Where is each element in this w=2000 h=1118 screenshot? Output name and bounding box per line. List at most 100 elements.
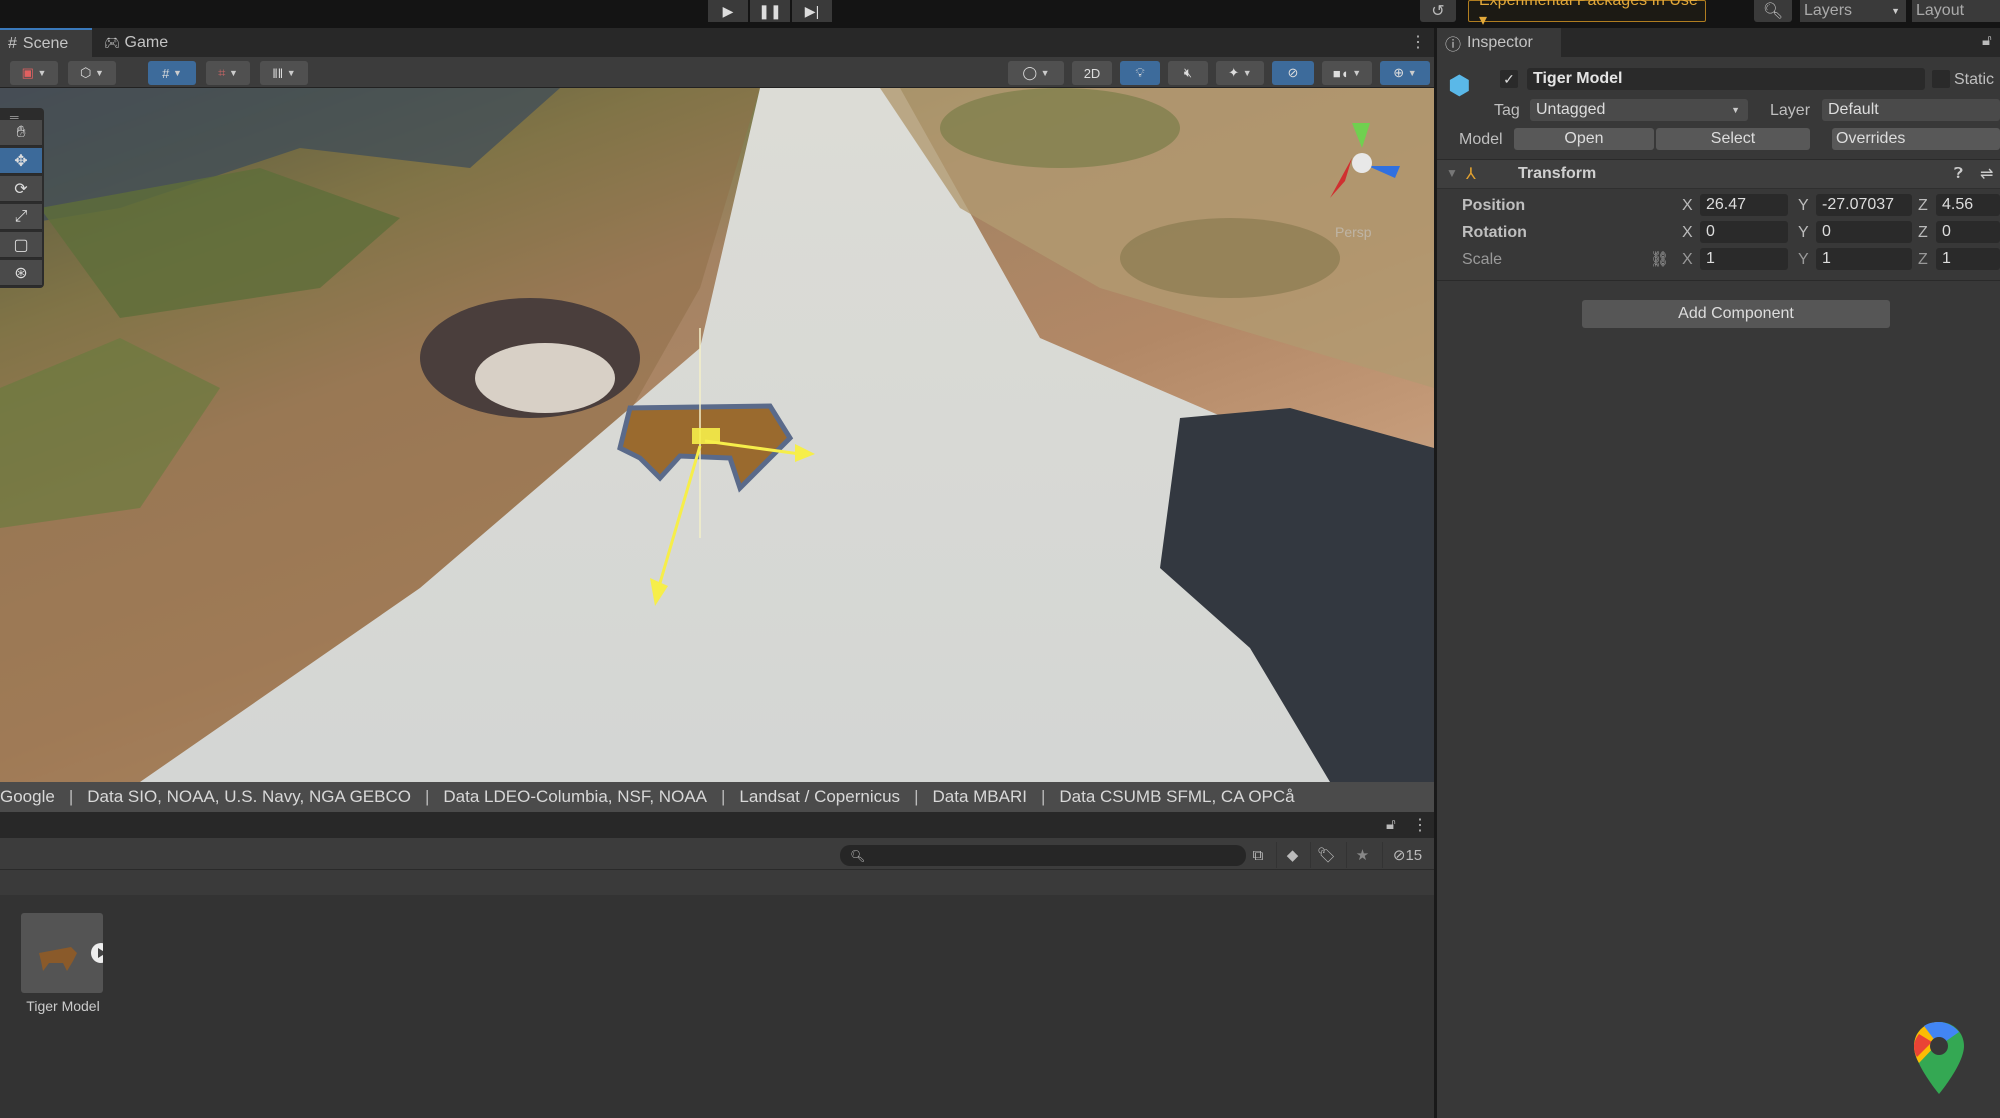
rotate-tool[interactable]: ⟳ — [0, 176, 42, 202]
layout-label: Layout — [1916, 2, 1965, 19]
camera-dropdown[interactable]: ■◖ ▼ — [1322, 61, 1372, 85]
project-panel-header: 🔓︎ ⋮ — [0, 812, 1434, 838]
rotation-label: Rotation — [1462, 224, 1527, 241]
rotation-x-field[interactable]: 0 — [1700, 221, 1788, 243]
scale-x-field[interactable]: 1 — [1700, 248, 1788, 270]
lighting-toggle[interactable]: 💡︎ — [1120, 61, 1160, 85]
position-y-field[interactable]: -27.07037 — [1816, 194, 1912, 216]
layer-label: Layer — [1770, 102, 1811, 119]
terrain-render — [0, 88, 1434, 782]
asset-tile[interactable] — [21, 913, 111, 993]
step-button[interactable]: ▶| — [792, 0, 832, 22]
rect-tool[interactable]: ▢ — [0, 232, 42, 258]
model-label: Model — [1459, 131, 1503, 148]
open-button[interactable]: Open — [1514, 128, 1654, 150]
foldout-arrow-icon[interactable]: ▼ — [1446, 166, 1458, 180]
chevron-down-icon: ▼ — [37, 68, 47, 78]
search-icon: 🔍︎ — [1762, 3, 1784, 20]
favorites-button[interactable]: ★ — [1346, 842, 1378, 868]
more-options-icon[interactable]: ⋮ — [1412, 815, 1428, 835]
component-divider — [1437, 280, 2000, 281]
prefab-cube-icon: ⬢ — [1448, 70, 1471, 100]
scene-visibility-toggle[interactable]: ⊘ — [1272, 61, 1314, 85]
position-z-field[interactable]: 4.56 — [1936, 194, 2000, 216]
rotate-icon: ⟳ — [14, 180, 28, 198]
shading-dropdown[interactable]: ◯ ▼ — [1008, 61, 1064, 85]
effects-dropdown[interactable]: ✦ ▼ — [1216, 61, 1264, 85]
info-icon: ⓘ — [1445, 36, 1462, 54]
grid-visibility-dropdown[interactable]: ‖‖ ▼ — [260, 61, 308, 85]
attribution-item: Data SIO, NOAA, U.S. Navy, NGA GEBCO — [87, 787, 411, 806]
lock-icon[interactable]: 🔓︎ — [1982, 32, 1992, 49]
axis-x-label: X — [1682, 251, 1693, 268]
scale-y-field[interactable]: 1 — [1816, 248, 1912, 270]
chevron-down-icon: ▼ — [1242, 68, 1252, 78]
draw-mode-dropdown[interactable]: ▣ ▼ — [10, 61, 58, 85]
transform-icon: ⅄ — [1466, 166, 1476, 183]
select-button[interactable]: Select — [1656, 128, 1810, 150]
experimental-packages-button[interactable]: Experimental Packages In Use ▾ — [1468, 0, 1706, 29]
2d-label: 2D — [1083, 65, 1101, 81]
search-by-type-button[interactable]: ⧉ — [1242, 842, 1274, 868]
audio-mute-icon: 🔇︎ — [1183, 65, 1193, 80]
add-component-button[interactable]: Add Component — [1582, 300, 1890, 328]
2d-toggle[interactable]: 2D — [1072, 61, 1112, 85]
object-name-field[interactable]: Tiger Model — [1527, 68, 1925, 90]
rotation-z-field[interactable]: 0 — [1936, 221, 2000, 243]
tab-game[interactable]: 🎮︎ Game — [96, 28, 186, 57]
static-checkbox[interactable] — [1932, 70, 1950, 88]
position-x-field[interactable]: 26.47 — [1700, 194, 1788, 216]
tab-scene[interactable]: # Scene — [0, 28, 92, 57]
position-label: Position — [1462, 197, 1526, 214]
layers-dropdown[interactable]: Layers ▼ — [1800, 0, 1906, 22]
star-icon: ★ — [1355, 847, 1370, 864]
move-tool[interactable]: ✥ — [0, 148, 42, 174]
layout-dropdown[interactable]: Layout — [1912, 0, 2000, 22]
play-button[interactable]: ▶ — [708, 0, 748, 22]
history-button[interactable]: ↺ — [1420, 0, 1456, 22]
hand-tool[interactable]: ✋︎ — [0, 120, 42, 146]
tag-dropdown[interactable]: Untagged ▼ — [1530, 99, 1748, 121]
pause-button[interactable]: ❚❚ — [750, 0, 790, 22]
chevron-down-icon: ▼ — [1891, 6, 1900, 16]
cube-icon: ⬡ — [80, 65, 92, 80]
transform-tool[interactable]: ⊛ — [0, 260, 42, 286]
layer-dropdown[interactable]: Default — [1822, 99, 2000, 121]
project-search-input[interactable]: 🔍︎ — [840, 845, 1246, 866]
search-button[interactable]: 🔍︎ — [1754, 0, 1792, 22]
overrides-dropdown[interactable]: Overrides — [1832, 128, 2000, 150]
grid-plane-icon: ‖‖ — [272, 65, 284, 81]
rotation-z-value: 0 — [1942, 223, 1951, 240]
hidden-packages-toggle[interactable]: ⊘ 15 — [1382, 842, 1432, 868]
axis-x-label: X — [1682, 197, 1693, 214]
axis-x-label: X — [1682, 224, 1693, 241]
add-component-label: Add Component — [1678, 305, 1794, 322]
chevron-down-icon: ▼ — [229, 68, 238, 78]
render-mode-dropdown[interactable]: ⬡ ▼ — [68, 61, 116, 85]
settings-sliders-icon[interactable]: ⇌ — [1980, 164, 1993, 184]
lock-icon[interactable]: 🔓︎ — [1386, 816, 1396, 833]
grid-snap-toggle[interactable]: # ▼ — [148, 61, 196, 85]
chevron-down-icon: ▼ — [1407, 68, 1417, 78]
tab-inspector[interactable]: ⓘ Inspector — [1437, 28, 1561, 57]
object-name: Tiger Model — [1533, 70, 1623, 87]
filter-by-label-button[interactable]: 🏷︎ — [1310, 842, 1342, 868]
scale-z-field[interactable]: 1 — [1936, 248, 2000, 270]
gizmos-dropdown[interactable]: ⊕ ▼ — [1380, 61, 1430, 85]
position-z-value: 4.56 — [1942, 196, 1974, 213]
transform-icon: ⊛ — [14, 264, 28, 282]
help-icon[interactable]: ❓︎ — [1954, 165, 1963, 182]
active-checkbox[interactable]: ✓ — [1500, 70, 1518, 88]
inspector-panel — [1437, 28, 2000, 1118]
filter-by-type-button[interactable]: ◆ — [1276, 842, 1308, 868]
audio-toggle[interactable]: 🔇︎ — [1168, 61, 1208, 85]
axis-z-label: Z — [1918, 224, 1928, 241]
scale-tool[interactable]: ⤢ — [0, 204, 42, 230]
hidden-count: 15 — [1405, 846, 1423, 864]
more-options-icon[interactable]: ⋮ — [1410, 32, 1426, 52]
constrain-proportions-icon[interactable]: ⛓︎ — [1650, 250, 1669, 268]
increment-snap-toggle[interactable]: ⌗ ▼ — [206, 61, 250, 85]
scene-viewport[interactable]: Persp — [0, 88, 1434, 782]
copy-icon: ⧉ — [1252, 846, 1264, 864]
rotation-y-field[interactable]: 0 — [1816, 221, 1912, 243]
